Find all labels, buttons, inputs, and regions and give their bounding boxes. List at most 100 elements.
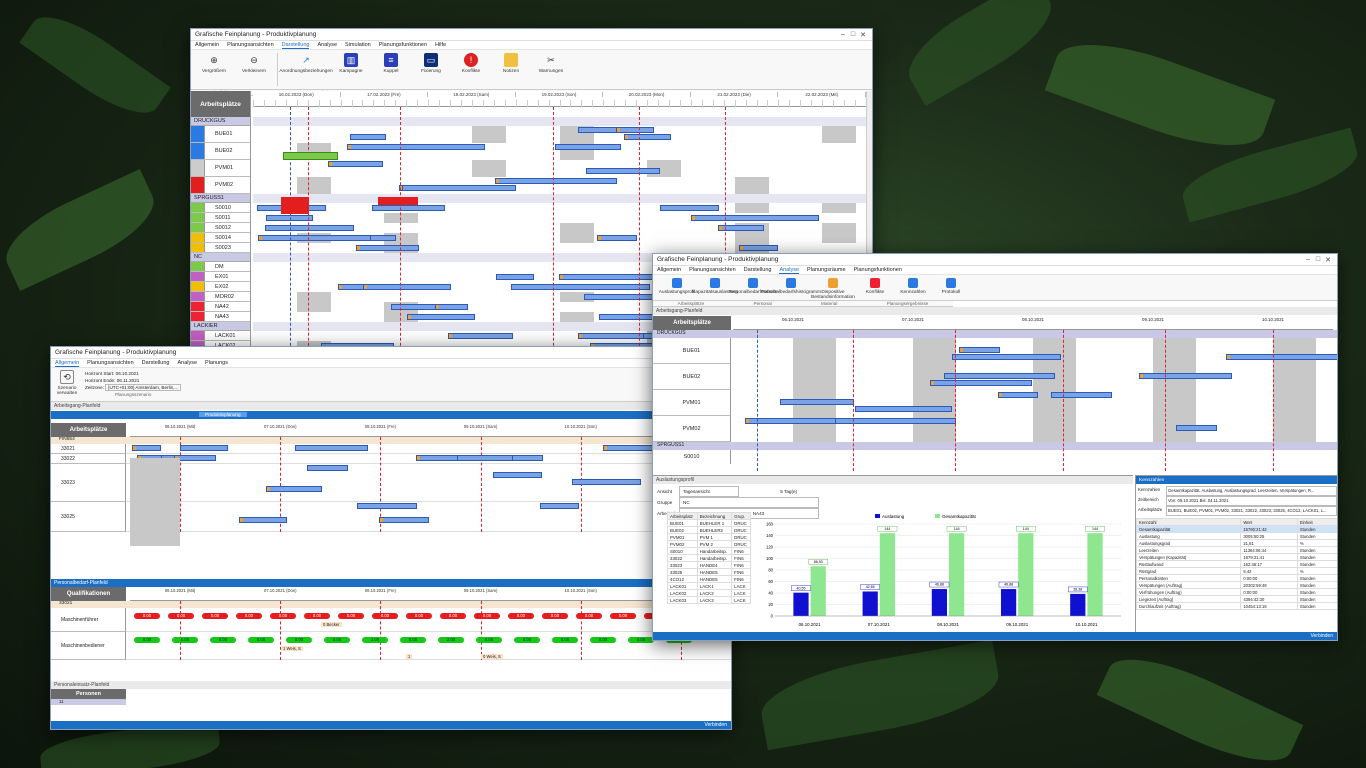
- tab-produktivplanung[interactable]: Produktivplanung: [199, 412, 247, 417]
- operation-bar[interactable]: [257, 235, 371, 241]
- resource-row[interactable]: MOR02: [191, 292, 250, 302]
- resource-row[interactable]: 33021: [51, 444, 126, 454]
- menu-darstellung[interactable]: Darstellung: [744, 267, 772, 273]
- table-row[interactable]: Auslastungsgrad 21,81%: [1135, 539, 1337, 547]
- resource-row[interactable]: DM: [191, 262, 250, 272]
- ribbon-button-3[interactable]: Personalbedarfshistogramm: [761, 278, 821, 295]
- resource-row[interactable]: S0010: [653, 450, 731, 464]
- requirement-pill[interactable]: 0.00: [338, 613, 364, 619]
- operation-bar[interactable]: [958, 347, 1001, 353]
- resource-row[interactable]: BUE01: [653, 338, 731, 364]
- timezone-select[interactable]: [UTC+01:00] Amsterdam, Berlin,...: [105, 384, 182, 391]
- table-row[interactable]: LACK02 LACK2 LACK: [667, 589, 751, 597]
- operation-bar[interactable]: [180, 445, 229, 451]
- menu-simulation[interactable]: Simulation: [345, 42, 371, 48]
- resource-row[interactable]: S0014: [191, 233, 250, 243]
- resource-row[interactable]: NA42: [191, 302, 250, 312]
- table-row[interactable]: BUE01 BUEHLER 1 DRUC: [667, 519, 751, 527]
- operation-bar[interactable]: [452, 455, 513, 461]
- menu-allgemein[interactable]: Allgemein: [55, 360, 80, 367]
- kuppel-button[interactable]: ≡ Kuppel: [374, 53, 408, 74]
- table-header[interactable]: Bezeichnung: [696, 512, 733, 520]
- requirement-pill[interactable]: 0.00: [576, 613, 602, 619]
- operation-bar[interactable]: [585, 168, 660, 174]
- bar-auslastung[interactable]: [862, 591, 878, 616]
- operation-bar[interactable]: [347, 144, 486, 150]
- requirement-pill[interactable]: 0.00: [324, 637, 350, 643]
- operation-bar[interactable]: [1138, 373, 1233, 379]
- bar-gesamtkapazitaet[interactable]: [1087, 533, 1103, 616]
- table-row[interactable]: BUE02 BUEHLER2 DRUC: [667, 526, 751, 534]
- operation-bar[interactable]: [739, 245, 779, 251]
- operation-bar[interactable]: [1176, 425, 1217, 431]
- close-icon[interactable]: ✕: [858, 31, 868, 39]
- table-row[interactable]: Auslastung 3005:50:25 Stunden: [1135, 532, 1337, 540]
- group-row-druckgus[interactable]: DRUCKGUS: [191, 117, 250, 126]
- table-row[interactable]: PVM02 PVM 2 DRUC: [667, 540, 751, 548]
- ansicht-select[interactable]: Tagesansicht: [679, 486, 739, 497]
- table-row[interactable]: Rüstaufwand 162:46:17 Stunden: [1135, 560, 1337, 568]
- bar-gesamtkapazitaet[interactable]: [879, 533, 896, 616]
- table-row[interactable]: LACK01 LACK1 LACK: [667, 582, 751, 590]
- konflikte-button[interactable]: ! Konflikte: [454, 53, 488, 74]
- resource-row[interactable]: 33025: [51, 502, 126, 532]
- table-header[interactable]: Wert: [1240, 518, 1298, 526]
- resource-row[interactable]: S0012: [191, 223, 250, 233]
- operation-bar[interactable]: [435, 304, 469, 310]
- resource-row[interactable]: EX02: [191, 282, 250, 292]
- resource-row[interactable]: BUE01: [191, 126, 250, 143]
- requirement-pill[interactable]: 0.00: [508, 613, 534, 619]
- operation-bar[interactable]: [1225, 354, 1337, 360]
- table-header[interactable]: Kennzahl: [1135, 518, 1242, 526]
- operation-bar[interactable]: [174, 455, 216, 461]
- bar-gesamtkapazitaet[interactable]: [810, 566, 826, 616]
- operation-bar[interactable]: [363, 284, 452, 290]
- menu-planungsraeume[interactable]: Planungsräume: [807, 267, 846, 273]
- menu-planungsansichten[interactable]: Planungsansichten: [227, 42, 273, 48]
- requirement-pill[interactable]: 0.00: [236, 613, 262, 619]
- bar-auslastung[interactable]: [931, 589, 947, 616]
- table-row[interactable]: Verfrühungen (Auftrag) 0:00:00 Stunden: [1135, 588, 1337, 596]
- table-row[interactable]: Rüstgrad 5,42%: [1135, 567, 1337, 575]
- menu-darstellung[interactable]: Darstellung: [281, 42, 310, 49]
- fixierung-button[interactable]: ▭ Fixierung: [414, 53, 448, 74]
- table-row[interactable]: Leerzeiten 11364:06:44 Stunden: [1135, 546, 1337, 554]
- requirement-pill[interactable]: 0.00: [628, 637, 654, 643]
- operation-bar[interactable]: [744, 418, 836, 424]
- bar-auslastung[interactable]: [1000, 589, 1017, 616]
- requirement-pill[interactable]: 0.00: [248, 637, 274, 643]
- table-row[interactable]: Liegezeit (Auftrag) 4394:42:30 Stunden: [1135, 595, 1337, 603]
- table-row[interactable]: 33022 Handarbeitsp. FIN6: [667, 554, 751, 562]
- requirement-pill[interactable]: 0.00: [304, 613, 330, 619]
- operation-bar[interactable]: [406, 314, 475, 320]
- table-row[interactable]: 33025 HANDE5 FIN6: [667, 568, 751, 576]
- resource-row[interactable]: S0023: [191, 243, 250, 253]
- group-row-lackier[interactable]: LACKIER: [191, 322, 250, 331]
- requirement-pill[interactable]: 0.00: [134, 613, 160, 619]
- requirement-pill[interactable]: 0.00: [202, 613, 228, 619]
- requirement-pill[interactable]: 0.00: [552, 637, 578, 643]
- table-row[interactable]: Verspätungen (Auftrag) 20302:59:49 Stunden: [1135, 581, 1337, 589]
- zoom-out-button[interactable]: ⊖ Verkleinern: [237, 53, 271, 75]
- horizon-end-field[interactable]: 06.11.2021: [117, 378, 140, 383]
- operation-bar[interactable]: [447, 333, 513, 339]
- operation-bar[interactable]: [554, 144, 622, 150]
- operation-bar[interactable]: [951, 354, 1061, 360]
- bar-auslastung[interactable]: [793, 592, 809, 616]
- horizon-start-field[interactable]: 06.10.2021: [116, 371, 139, 376]
- menu-darstellung[interactable]: Darstellung: [142, 360, 170, 366]
- resource-row[interactable]: 33023: [51, 464, 126, 502]
- operation-bar[interactable]: [265, 486, 322, 492]
- requirement-pill[interactable]: 0.00: [590, 637, 616, 643]
- table-row[interactable]: Verspätungen (Kapazität) 1679:21:41 Stunde…: [1135, 553, 1337, 561]
- ribbon-button-4[interactable]: Dispositive Bestandsinformation: [811, 278, 855, 300]
- qualification-group[interactable]: 33021: [51, 601, 731, 608]
- group-row-sprguss1[interactable]: SPRGUSS1: [191, 194, 250, 203]
- requirement-pill[interactable]: 0.00: [172, 637, 198, 643]
- table-row[interactable]: Personalkosten 0:00:00 Stunden: [1135, 574, 1337, 582]
- requirement-pill[interactable]: 0.00: [476, 637, 502, 643]
- menu-planungsfunktionen[interactable]: Planungsfunktionen: [379, 42, 427, 48]
- requirement-pill[interactable]: 0.00: [474, 613, 500, 619]
- menu-allgemein[interactable]: Allgemein: [657, 267, 681, 273]
- campaign-button[interactable]: ▥ Kampagne: [334, 53, 368, 74]
